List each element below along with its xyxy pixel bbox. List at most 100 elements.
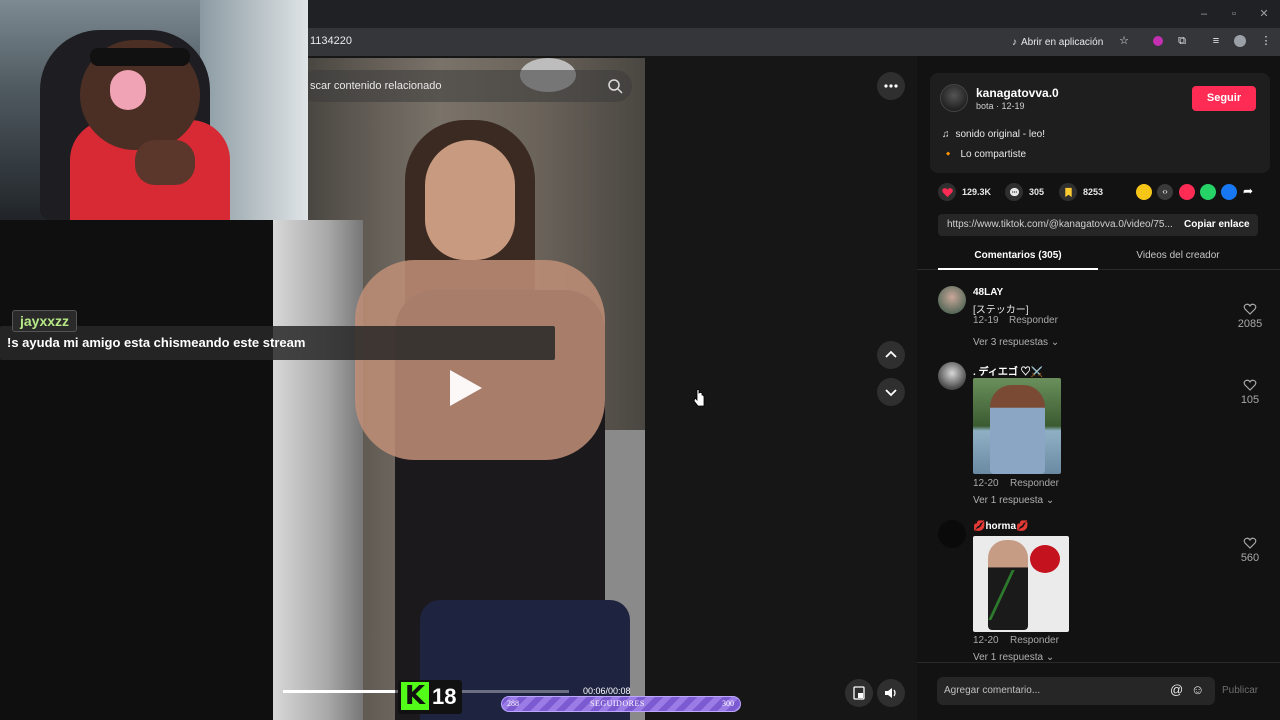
media-control-icon[interactable]: ≡ [1208,33,1224,49]
comment-like-count: 2085 [1237,318,1263,330]
embed-icon[interactable]: ‹› [1157,184,1173,200]
repost-icon[interactable] [1136,184,1152,200]
comment-stat[interactable]: 305 [1005,183,1044,201]
picture-in-picture-button[interactable] [845,679,873,707]
browser-menu-icon[interactable]: ⋮ [1258,33,1274,49]
reply-button[interactable]: Responder [1010,635,1059,646]
heart-outline-icon[interactable] [1243,378,1257,392]
comment-text: [ステッカー] [973,305,1029,316]
music-note-icon: ♫ [942,129,950,140]
comment-count: 305 [1029,187,1045,197]
view-replies-label: Ver 1 respuesta [973,495,1044,506]
whatsapp-icon[interactable] [1200,184,1216,200]
emoji-icon[interactable]: ☺ [1191,682,1204,697]
comment-icon [1005,183,1023,201]
share-arrow-icon[interactable]: ➦ [1243,184,1253,198]
related-search-input[interactable]: scar contenido relacionado [300,70,632,102]
heart-outline-icon[interactable] [1243,536,1257,550]
chevron-down-icon: ⌄ [1045,495,1055,506]
chevron-down-icon [885,389,897,397]
follower-goal-label: SEGUIDORES [590,699,645,708]
like-stat[interactable]: 129.3K [938,183,991,201]
active-tab-indicator [938,268,1098,270]
like-count: 129.3K [962,187,992,197]
puzzle-icon[interactable]: ⧉ [1174,33,1190,49]
copy-link-button[interactable]: Copiar enlace [1184,219,1250,230]
minimize-icon[interactable]: – [1196,6,1212,22]
volume-icon [885,688,896,698]
follow-button[interactable]: Seguir [1192,86,1256,111]
send-icon[interactable] [1179,184,1195,200]
comment-sticker-person [990,385,1045,474]
video-person-face [425,140,515,260]
tab-creator-videos[interactable]: Videos del creador [1098,250,1258,261]
publish-button[interactable]: Publicar [1222,685,1258,696]
tab-comments[interactable]: Comentarios (305) [938,250,1098,261]
previous-video-button[interactable] [877,341,905,369]
chevron-up-icon [885,350,897,358]
save-stat[interactable]: 8253 [1059,183,1103,201]
pip-icon [853,686,865,700]
address-bar-text[interactable]: 1134220 [310,35,352,47]
chat-message: !s ayuda mi amigo esta chismeando este s… [7,335,306,350]
comment-username[interactable]: 💋horma💋 [973,521,1028,532]
webcam-headband [90,48,190,66]
volume-button[interactable] [877,679,905,707]
shared-icon: 🔸 [942,149,955,160]
comment-avatar[interactable] [938,286,966,314]
comment-username[interactable]: . ディエゴ ♡⚔️ [973,363,1043,378]
comment-like-count: 560 [1240,552,1260,564]
save-count: 8253 [1083,187,1104,197]
mouse-cursor-icon [694,389,705,407]
view-replies-button[interactable]: Ver 1 respuesta ⌄ [973,495,1054,506]
comment-date: 12-20 [973,635,999,646]
next-video-button[interactable] [877,378,905,406]
more-options-button[interactable] [877,72,905,100]
open-in-app-label: Abrir en aplicación [1021,36,1104,48]
shared-status: 🔸 Lo compartiste [942,149,1026,160]
video-link-text: https://www.tiktok.com/@kanagatovva.0/vi… [947,219,1173,230]
video-scene-door [273,220,363,720]
comment-avatar[interactable] [938,362,966,390]
shared-label: Lo compartiste [960,149,1027,160]
heart-outline-icon[interactable] [1243,302,1257,316]
tiktok-icon: ♪ [1012,36,1017,48]
rose-icon [1030,545,1060,573]
bookmark-star-icon[interactable]: ☆ [1116,33,1132,49]
video-person-arms [355,260,605,460]
author-username[interactable]: kanagatovva.0 [976,86,1059,100]
view-replies-button[interactable]: Ver 3 respuestas ⌄ [973,337,1059,348]
more-icon [884,84,898,88]
sound-label: sonido original - leo! [955,129,1046,140]
profile-avatar-icon[interactable] [1232,33,1248,49]
reply-button[interactable]: Responder [1009,315,1058,326]
comment-date: 12-19 [973,315,999,326]
related-search-placeholder: scar contenido relacionado [310,80,442,92]
facebook-icon[interactable] [1221,184,1237,200]
author-subline: bota · 12-19 [976,101,1025,111]
webcam-hands [135,140,195,185]
kick-viewer-count: 18 [432,684,457,709]
follower-goal-current: 288 [507,699,519,708]
sound-link[interactable]: ♫ sonido original - leo! [942,129,1045,140]
play-icon[interactable] [440,364,488,412]
author-avatar[interactable] [940,84,968,112]
comment-username[interactable]: 48LAY [973,287,1003,298]
webcam-headphone [110,70,146,110]
reply-button[interactable]: Responder [1010,478,1059,489]
extension-icon[interactable] [1150,33,1166,49]
kick-logo-letter: K [404,681,426,711]
chat-username: jayxxzz [12,310,78,332]
restore-icon[interactable]: ▫ [1226,6,1242,22]
comment-avatar[interactable] [938,520,966,548]
search-icon[interactable] [606,77,624,95]
open-in-app-button[interactable]: ♪ Abrir en aplicación [1012,34,1103,50]
video-progress-fill [283,690,395,693]
mention-icon[interactable]: @ [1170,682,1183,697]
view-replies-label: Ver 3 respuestas [973,337,1049,348]
follower-goal-target: 300 [722,699,734,708]
comment-placeholder: Agregar comentario... [944,685,1041,696]
close-icon[interactable]: ✕ [1256,6,1272,22]
bookmark-icon [1059,183,1077,201]
comment-like-count: 105 [1240,394,1260,406]
